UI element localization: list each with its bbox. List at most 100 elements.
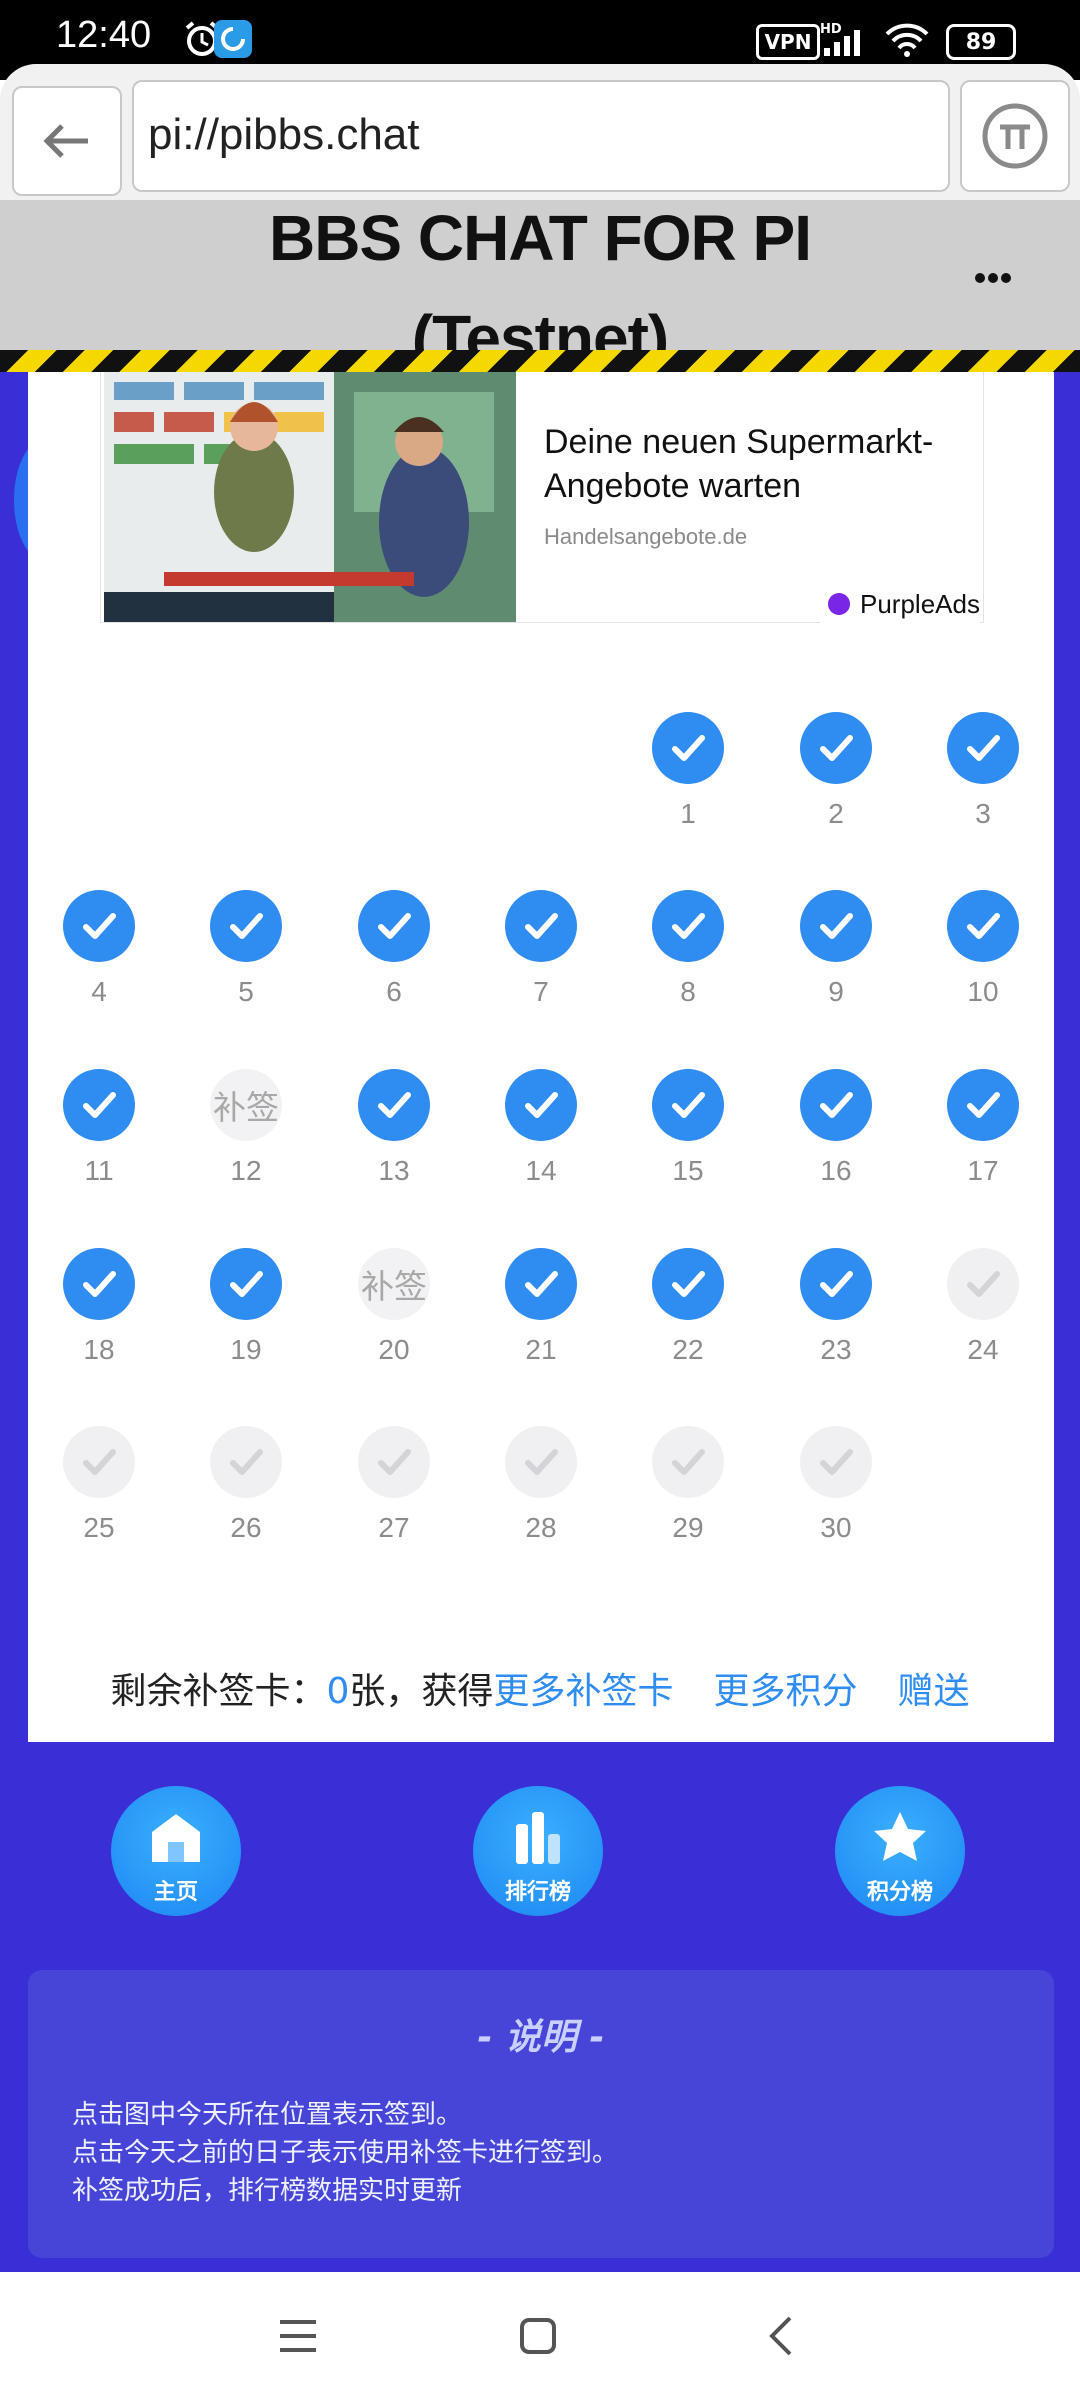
calendar-day[interactable]: 3 bbox=[933, 712, 1033, 832]
day-number: 15 bbox=[672, 1155, 704, 1186]
checked-icon[interactable] bbox=[800, 890, 872, 962]
day-number: 14 bbox=[525, 1155, 557, 1186]
unchecked-icon[interactable] bbox=[652, 1426, 724, 1498]
checked-icon[interactable] bbox=[63, 1248, 135, 1320]
day-number: 23 bbox=[820, 1334, 852, 1365]
calendar-day[interactable]: 15 bbox=[638, 1069, 738, 1189]
calendar-day[interactable]: 18 bbox=[49, 1248, 149, 1368]
day-number: 7 bbox=[533, 976, 549, 1007]
checked-icon[interactable] bbox=[947, 890, 1019, 962]
more-menu-icon[interactable] bbox=[966, 258, 1026, 298]
unchecked-icon[interactable] bbox=[63, 1426, 135, 1498]
calendar-day[interactable]: 21 bbox=[491, 1248, 591, 1368]
calendar-day[interactable]: 30 bbox=[786, 1426, 886, 1546]
calendar-day[interactable]: 17 bbox=[933, 1069, 1033, 1189]
calendar-day[interactable]: 7 bbox=[491, 890, 591, 1010]
title-line-1: BBS CHAT FOR PI bbox=[268, 202, 812, 274]
calendar-day[interactable]: 22 bbox=[638, 1248, 738, 1368]
url-bar[interactable]: pi://pibbs.chat bbox=[132, 80, 950, 192]
ad-network-badge[interactable]: PurpleAds bbox=[820, 584, 980, 624]
home-square-icon[interactable] bbox=[516, 2314, 560, 2358]
calendar-day[interactable]: 25 bbox=[49, 1426, 149, 1546]
wifi-icon bbox=[884, 20, 930, 58]
calendar-day[interactable]: 11 bbox=[49, 1069, 149, 1189]
calendar-day[interactable]: 26 bbox=[196, 1426, 296, 1546]
checked-icon[interactable] bbox=[947, 712, 1019, 784]
more-points-link[interactable]: 更多积分 bbox=[713, 1671, 857, 1712]
day-number: 27 bbox=[378, 1512, 410, 1543]
ad-headline[interactable]: Deine neuen Supermarkt-Angebote warten bbox=[544, 420, 964, 508]
checked-icon[interactable] bbox=[947, 1069, 1019, 1141]
calendar-day[interactable]: 24 bbox=[933, 1248, 1033, 1368]
day-number: 2 bbox=[828, 798, 844, 829]
checked-icon[interactable] bbox=[63, 890, 135, 962]
calendar-day[interactable]: 19 bbox=[196, 1248, 296, 1368]
calendar-day[interactable]: 4 bbox=[49, 890, 149, 1010]
checked-icon[interactable] bbox=[505, 1069, 577, 1141]
ad-image[interactable] bbox=[104, 372, 516, 622]
checked-icon[interactable] bbox=[800, 712, 872, 784]
day-number: 25 bbox=[83, 1512, 115, 1543]
makeup-checkin-button[interactable]: 补签 bbox=[210, 1069, 282, 1141]
checked-icon[interactable] bbox=[63, 1069, 135, 1141]
calendar-day[interactable]: 28 bbox=[491, 1426, 591, 1546]
checked-icon[interactable] bbox=[505, 1248, 577, 1320]
calendar-day[interactable]: 16 bbox=[786, 1069, 886, 1189]
day-number: 26 bbox=[230, 1512, 262, 1543]
calendar-day[interactable]: 10 bbox=[933, 890, 1033, 1010]
calendar-day[interactable]: 9 bbox=[786, 890, 886, 1010]
gift-link[interactable]: 赠送 bbox=[897, 1671, 969, 1712]
calendar-day[interactable]: 5 bbox=[196, 890, 296, 1010]
calendar-day[interactable]: 23 bbox=[786, 1248, 886, 1368]
day-number: 12 bbox=[230, 1155, 262, 1186]
checked-icon[interactable] bbox=[358, 890, 430, 962]
calendar-day[interactable]: 2 bbox=[786, 712, 886, 832]
unchecked-icon[interactable] bbox=[800, 1426, 872, 1498]
calendar-day[interactable]: 8 bbox=[638, 890, 738, 1010]
checked-icon[interactable] bbox=[652, 1248, 724, 1320]
menu-icon[interactable] bbox=[276, 2316, 320, 2356]
calendar-day[interactable]: 补签 12 bbox=[196, 1069, 296, 1189]
checked-icon[interactable] bbox=[505, 890, 577, 962]
pi-button[interactable] bbox=[960, 80, 1070, 192]
pi-logo-icon bbox=[982, 103, 1048, 169]
calendar-day[interactable]: 14 bbox=[491, 1069, 591, 1189]
calendar-day[interactable]: 29 bbox=[638, 1426, 738, 1546]
calendar-day[interactable]: 1 bbox=[638, 712, 738, 832]
ad-network-label: PurpleAds bbox=[860, 588, 980, 619]
calendar-day[interactable]: 6 bbox=[344, 890, 444, 1010]
calendar-day[interactable]: 13 bbox=[344, 1069, 444, 1189]
checked-icon[interactable] bbox=[652, 712, 724, 784]
checked-icon[interactable] bbox=[652, 890, 724, 962]
day-number: 29 bbox=[672, 1512, 704, 1543]
calendar-day[interactable]: 补签 20 bbox=[344, 1248, 444, 1368]
back-chevron-icon[interactable] bbox=[764, 2314, 800, 2358]
unchecked-icon[interactable] bbox=[358, 1426, 430, 1498]
arrow-left-icon bbox=[43, 124, 88, 158]
day-number: 6 bbox=[386, 976, 402, 1007]
calendar-day[interactable]: 27 bbox=[344, 1426, 444, 1546]
unchecked-icon[interactable] bbox=[947, 1248, 1019, 1320]
url-text: pi://pibbs.chat bbox=[148, 110, 420, 159]
home-button[interactable]: 主页 bbox=[111, 1786, 241, 1916]
checked-icon[interactable] bbox=[210, 1248, 282, 1320]
makeup-checkin-button[interactable]: 补签 bbox=[358, 1248, 430, 1320]
hazard-stripe bbox=[0, 350, 1080, 372]
unchecked-icon[interactable] bbox=[210, 1426, 282, 1498]
day-number: 20 bbox=[378, 1334, 410, 1365]
day-number: 21 bbox=[525, 1334, 557, 1365]
day-number: 16 bbox=[820, 1155, 852, 1186]
points-ranking-button[interactable]: 积分榜 bbox=[835, 1786, 965, 1916]
signal-icon: HD bbox=[818, 20, 874, 58]
checked-icon[interactable] bbox=[652, 1069, 724, 1141]
checked-icon[interactable] bbox=[210, 890, 282, 962]
day-number: 1 bbox=[680, 798, 696, 829]
back-button[interactable] bbox=[12, 86, 122, 196]
checked-icon[interactable] bbox=[358, 1069, 430, 1141]
checked-icon[interactable] bbox=[800, 1248, 872, 1320]
ranking-button[interactable]: 排行榜 bbox=[473, 1786, 603, 1916]
day-number: 11 bbox=[84, 1155, 114, 1186]
checked-icon[interactable] bbox=[800, 1069, 872, 1141]
unchecked-icon[interactable] bbox=[505, 1426, 577, 1498]
more-makeup-cards-link[interactable]: 更多补签卡 bbox=[493, 1671, 673, 1712]
